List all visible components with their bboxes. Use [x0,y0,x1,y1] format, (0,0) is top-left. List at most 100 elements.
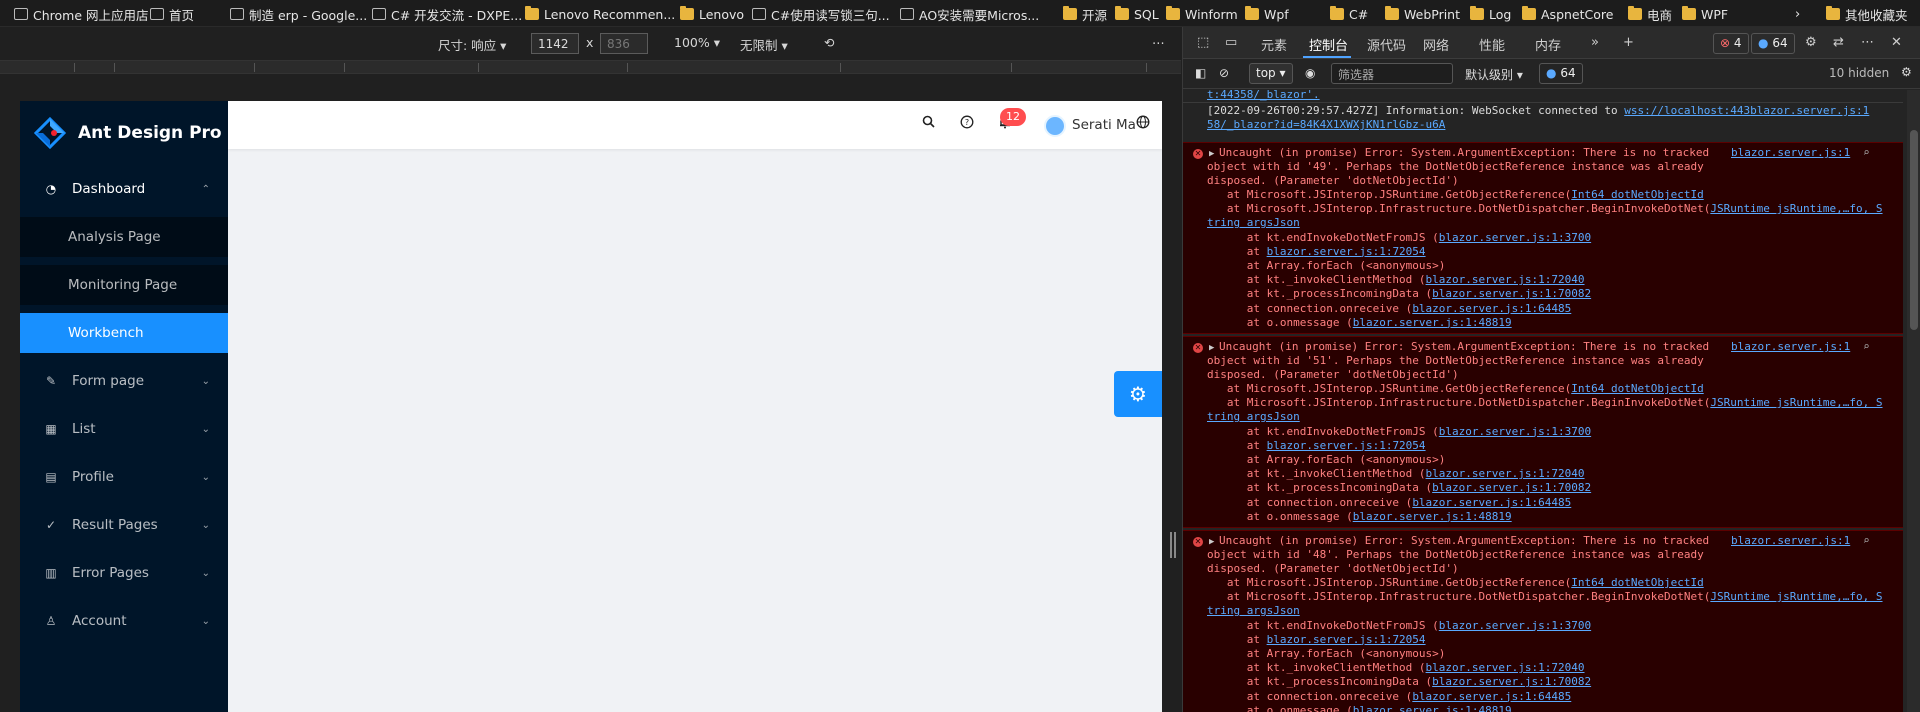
bookmark-item[interactable]: C# 开发交流 - DXPE... [372,6,522,23]
source-link[interactable]: JSRuntime jsRuntime,…fo, S [1710,396,1882,409]
source-link[interactable]: Int64 dotNetObjectId [1571,188,1703,201]
bookmark-item[interactable]: 开源 [1063,6,1107,23]
globe-icon[interactable] [1136,115,1150,133]
tab-sources[interactable]: 源代码 [1367,35,1406,54]
sidebar-item-workbench[interactable]: Workbench [20,313,228,353]
user-name[interactable]: Serati Ma [1072,117,1136,133]
bookmark-item[interactable]: Lenovo [680,6,744,22]
sidebar-item-form-page[interactable]: ✎ Form page ⌄ [20,361,228,401]
bookmark-item[interactable]: 电商 [1628,6,1672,23]
sidebar-item-error-pages[interactable]: ▥ Error Pages ⌄ [20,553,228,593]
bookmark-item[interactable]: Chrome 网上应用店 [14,6,149,23]
source-link[interactable]: blazor.server.js:1:70082 [1432,287,1591,300]
message-count-badge[interactable]: ● 64 [1751,33,1795,54]
eye-icon[interactable]: ◉ [1305,66,1315,80]
source-link[interactable]: Int64 dotNetObjectId [1571,576,1703,589]
bookmark-item[interactable]: AspnetCore [1522,6,1613,22]
dimensions-dropdown[interactable]: 尺寸: 响应 ▾ [438,35,506,54]
source-link[interactable]: tring argsJson [1207,216,1300,229]
sidebar-item-monitoring-page[interactable]: Monitoring Page [20,265,228,305]
filter-input[interactable]: 筛选器 [1331,63,1453,84]
clear-console-icon[interactable]: ⊘ [1219,66,1229,80]
add-tab-icon[interactable]: + [1623,35,1634,50]
share-icon[interactable]: ⇄ [1833,35,1844,50]
source-link[interactable]: blazor.server.js:1 [1731,340,1850,354]
error-message[interactable]: ✕ ▶ blazor.server.js:1 ⌕ Uncaught (in promis… [1183,336,1903,528]
source-link[interactable]: 58/_blazor?id=84K4X1XWXjKN1rlGbz-u6A [1207,118,1445,131]
source-link[interactable]: tring argsJson [1207,604,1300,617]
console-settings-icon[interactable]: ⚙ [1901,65,1912,79]
tab-console[interactable]: 控制台 [1309,35,1348,54]
source-link[interactable]: blazor.server.js:1:72054 [1267,245,1426,258]
rotate-icon[interactable]: ⟲ [824,35,834,50]
sidebar-item-profile[interactable]: ▤ Profile ⌄ [20,457,228,497]
search-icon[interactable] [922,115,935,132]
bookmark-item[interactable]: Winform [1166,6,1238,22]
avatar[interactable] [1044,115,1066,137]
source-link[interactable]: blazor.server.js:1:72054 [1267,439,1426,452]
device-toggle-icon[interactable]: ▭ [1225,35,1237,50]
tab-elements[interactable]: 元素 [1261,35,1287,54]
source-link[interactable]: t:44358/_blazor'. [1207,90,1320,101]
width-input[interactable]: 1142 [531,33,579,54]
search-icon[interactable]: ⌕ [1863,146,1870,160]
sidebar-item-dashboard[interactable]: ◔ Dashboard ⌃ [20,169,228,209]
source-link[interactable]: blazor.server.js:1:64485 [1412,496,1571,509]
source-link[interactable]: JSRuntime jsRuntime,…fo, S [1710,202,1882,215]
inspect-icon[interactable]: ⬚ [1197,35,1209,50]
bookmark-item[interactable]: 其他收藏夹 [1826,6,1908,23]
bookmark-item[interactable]: SQL [1115,6,1159,22]
zoom-dropdown[interactable]: 100% ▾ [674,35,720,50]
source-link[interactable]: blazor.server.js:1:70082 [1432,675,1591,688]
source-link[interactable]: blazor.server.js:1:48819 [1353,510,1512,523]
source-link[interactable]: blazor.server.js:1 [1731,534,1850,548]
search-icon[interactable]: ⌕ [1863,340,1870,354]
source-link[interactable]: blazor.server.js:1 [1750,104,1869,117]
bookmark-item[interactable]: Wpf [1245,6,1289,22]
source-link[interactable]: Int64 dotNetObjectId [1571,382,1703,395]
error-message[interactable]: ✕ ▶ blazor.server.js:1 ⌕ Uncaught (in promis… [1183,530,1903,712]
bookmark-item[interactable]: 首页 [150,6,194,23]
bookmark-item[interactable]: C# [1330,6,1368,22]
close-icon[interactable]: ✕ [1891,35,1902,50]
settings-drawer-button[interactable]: ⚙ [1114,371,1162,417]
source-link[interactable]: blazor.server.js:1:72040 [1426,273,1585,286]
bookmark-item[interactable]: Lenovo Recommen... [525,6,675,22]
source-link[interactable]: blazor.server.js:1:70082 [1432,481,1591,494]
source-link[interactable]: blazor.server.js:1:3700 [1439,231,1591,244]
help-icon[interactable]: ? [960,115,974,133]
sidebar-item-analysis-page[interactable]: Analysis Page [20,217,228,257]
logo[interactable]: Ant Design Pro [34,117,222,149]
more-tabs-icon[interactable]: » [1591,35,1599,50]
source-link[interactable]: blazor.server.js:1:72040 [1426,661,1585,674]
source-link[interactable]: blazor.server.js:1:72054 [1267,633,1426,646]
bookmark-item[interactable]: C#使用读写锁三句... [752,6,890,23]
height-input[interactable]: 836 [600,33,648,54]
error-count-badge[interactable]: ⊗ 4 [1713,33,1749,54]
error-message[interactable]: ✕ ▶ blazor.server.js:1 ⌕ Uncaught (in promis… [1183,142,1903,334]
source-link[interactable]: blazor.server.js:1:64485 [1412,690,1571,703]
source-link[interactable]: blazor.server.js:1:48819 [1353,704,1512,712]
tab-memory[interactable]: 内存 [1535,35,1561,54]
sidebar-item-list[interactable]: ▦ List ⌄ [20,409,228,449]
sidebar-item-result-pages[interactable]: ✓ Result Pages ⌄ [20,505,228,545]
throttle-dropdown[interactable]: 无限制 ▾ [740,35,788,54]
source-link[interactable]: wss://localhost:443 [1624,104,1750,117]
search-icon[interactable]: ⌕ [1863,534,1870,548]
tab-network[interactable]: 网络 [1423,35,1449,54]
source-link[interactable]: blazor.server.js:1:3700 [1439,619,1591,632]
bookmark-item[interactable]: WebPrint [1385,6,1460,22]
settings-icon[interactable]: ⚙ [1805,35,1817,50]
context-select[interactable]: top ▾ [1249,63,1293,84]
source-link[interactable]: tring argsJson [1207,410,1300,423]
chevron-right-icon[interactable]: › [1795,6,1800,22]
bookmark-item[interactable]: WPF [1682,6,1728,22]
sidebar-item-account[interactable]: ♙ Account ⌄ [20,601,228,641]
sidebar-toggle-icon[interactable]: ◧ [1195,66,1206,80]
more-icon[interactable]: ⋯ [1861,35,1874,50]
level-count-badge[interactable]: ● 64 [1539,63,1583,84]
source-link[interactable]: blazor.server.js:1:3700 [1439,425,1591,438]
source-link[interactable]: blazor.server.js:1:72040 [1426,467,1585,480]
source-link[interactable]: JSRuntime jsRuntime,…fo, S [1710,590,1882,603]
tab-performance[interactable]: 性能 [1479,35,1505,54]
